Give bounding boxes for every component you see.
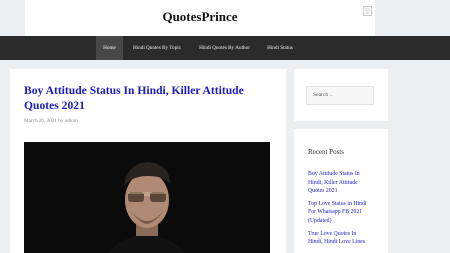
recent-posts-widget: Recent Posts Boy Attitude Status In Hind… <box>294 129 388 253</box>
nav-item-hindi-quotes-by-topic[interactable]: Hindi Quotes By Topic <box>126 36 188 60</box>
post-title[interactable]: Boy Attitude Status In Hindi, Killer Att… <box>24 84 276 113</box>
featured-image <box>24 142 270 253</box>
site-header: QuotesPrince <box>25 0 375 36</box>
nav-item-hindi-status[interactable]: Hindi Status <box>261 36 299 60</box>
search-input[interactable]: Search ... <box>306 86 374 105</box>
recent-post-link[interactable]: True Love Quotes In Hindi, Hindi Love Li… <box>308 230 370 247</box>
nav-item-home[interactable]: Home <box>96 36 123 60</box>
recent-posts-title: Recent Posts <box>308 148 344 156</box>
post-meta: March 26, 2021 by admin <box>24 118 78 124</box>
page-icon <box>363 6 372 16</box>
recent-posts-list: Boy Attitude Status In Hindi, Killer Att… <box>308 170 370 251</box>
man-with-sunglasses-image <box>24 142 270 253</box>
post-card: Boy Attitude Status In Hindi, Killer Att… <box>10 69 286 253</box>
main-navigation: Home Hindi Quotes By Topic Hindi Quotes … <box>0 36 450 60</box>
recent-post-link[interactable]: Boy Attitude Status In Hindi, Killer Att… <box>308 170 370 196</box>
search-widget: Search ... <box>294 69 388 121</box>
recent-post-link[interactable]: Top Love Status in Hindi For Whatsapp FB… <box>308 200 370 226</box>
site-title[interactable]: QuotesPrince <box>25 9 375 25</box>
nav-item-hindi-quotes-by-author[interactable]: Hindi Quotes By Author <box>193 36 256 60</box>
